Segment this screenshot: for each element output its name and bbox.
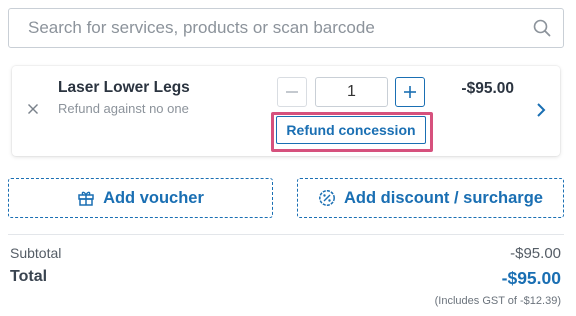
close-icon[interactable]	[27, 103, 39, 115]
add-voucher-button[interactable]: Add voucher	[8, 178, 273, 218]
item-price: -$95.00	[461, 80, 514, 97]
percent-badge-icon	[319, 190, 335, 206]
refund-concession-button[interactable]: Refund concession	[276, 116, 426, 144]
total-value: -$95.00	[501, 268, 561, 288]
divider	[8, 234, 564, 235]
quantity-increase-button[interactable]	[395, 77, 425, 107]
item-name: Laser Lower Legs	[58, 79, 190, 96]
quantity-input[interactable]	[315, 77, 388, 107]
minus-icon	[286, 91, 298, 93]
add-discount-surcharge-button[interactable]: Add discount / surcharge	[297, 178, 564, 218]
search-bar[interactable]	[8, 8, 564, 48]
quantity-decrease-button[interactable]	[277, 77, 307, 107]
gift-icon	[78, 191, 94, 206]
gst-note: (Includes GST of -$12.39)	[434, 295, 561, 307]
total-label: Total	[10, 268, 48, 285]
subtotal-label: Subtotal	[10, 245, 62, 261]
add-discount-surcharge-label: Add discount / surcharge	[344, 188, 543, 207]
add-voucher-label: Add voucher	[103, 188, 204, 207]
search-input[interactable]	[9, 9, 563, 47]
line-item-card: Laser Lower Legs Refund against no one -…	[12, 66, 560, 156]
item-subtitle: Refund against no one	[58, 101, 189, 116]
search-icon[interactable]	[533, 19, 551, 37]
chevron-right-icon[interactable]	[536, 102, 546, 118]
plus-icon	[404, 86, 416, 98]
subtotal-value: -$95.00	[510, 245, 561, 262]
